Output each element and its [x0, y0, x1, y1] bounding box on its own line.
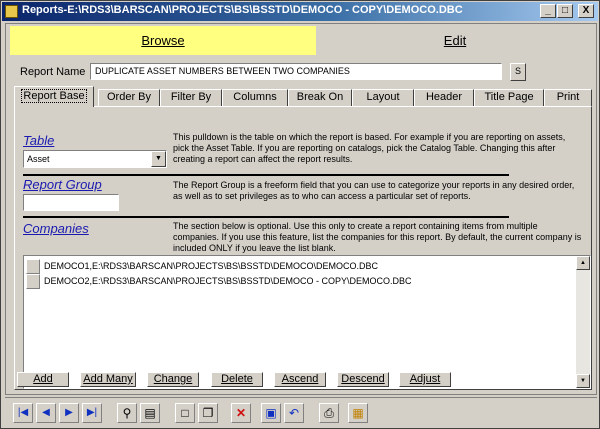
- chevron-down-icon[interactable]: ▼: [151, 151, 166, 167]
- list-item-text: DEMOCO1,E:\RDS3\BARSCAN\PROJECTS\BS\BSST…: [44, 261, 379, 271]
- add-many-button[interactable]: Add Many: [80, 372, 136, 387]
- divider: [173, 174, 509, 176]
- print-icon[interactable]: ⎙: [319, 403, 339, 423]
- list-item[interactable]: DEMOCO2,E:\RDS3\BARSCAN\PROJECTS\BS\BSST…: [26, 274, 574, 290]
- client-area: Browse Edit Report Name DUPLICATE ASSET …: [5, 23, 597, 395]
- list-item[interactable]: DEMOCO1,E:\RDS3\BARSCAN\PROJECTS\BS\BSST…: [26, 259, 574, 275]
- copy-document-icon[interactable]: ❐: [198, 403, 218, 423]
- tab-break-on[interactable]: Break On: [288, 89, 352, 106]
- report-group-field[interactable]: [23, 194, 119, 211]
- minimize-button[interactable]: _: [540, 4, 556, 18]
- table-select-value: Asset: [27, 154, 50, 164]
- first-record-icon[interactable]: |◀: [13, 403, 33, 423]
- new-document-icon[interactable]: □: [175, 403, 195, 423]
- row-selector[interactable]: [26, 274, 40, 289]
- undo-icon[interactable]: ↶: [284, 403, 304, 423]
- delete-x-icon[interactable]: ✕: [231, 403, 251, 423]
- window-title: Reports-E:\RDS3\BARSCAN\PROJECTS\BS\BSST…: [22, 4, 463, 16]
- app-icon: [5, 5, 18, 18]
- add-button[interactable]: Add: [17, 372, 69, 387]
- companies-list[interactable]: DEMOCO1,E:\RDS3\BARSCAN\PROJECTS\BS\BSST…: [23, 255, 591, 389]
- search-form-icon[interactable]: ▤: [140, 403, 160, 423]
- table-description: This pulldown is the table on which the …: [173, 132, 566, 164]
- save-disk-icon[interactable]: ▣: [261, 403, 281, 423]
- scroll-up-icon[interactable]: ▲: [576, 256, 590, 270]
- report-base-panel: Table Asset ▼ This pulldown is the table…: [14, 106, 592, 390]
- scroll-down-icon[interactable]: ▼: [576, 374, 590, 388]
- binoculars-icon[interactable]: ⚲: [117, 403, 137, 423]
- table-title[interactable]: Table: [23, 133, 54, 148]
- tab-header[interactable]: Header: [414, 89, 474, 106]
- change-button[interactable]: Change: [147, 372, 199, 387]
- tab-layout[interactable]: Layout: [352, 89, 414, 106]
- table-select[interactable]: Asset ▼: [23, 150, 167, 168]
- report-name-field[interactable]: DUPLICATE ASSET NUMBERS BETWEEN TWO COMP…: [90, 63, 502, 80]
- tab-label: Report Base: [21, 89, 87, 103]
- close-button[interactable]: X: [578, 4, 594, 18]
- divider: [23, 216, 173, 218]
- tab-order-by[interactable]: Order By: [98, 89, 160, 106]
- tab-edit[interactable]: Edit: [316, 26, 594, 55]
- report-group-title[interactable]: Report Group: [23, 177, 102, 192]
- subtab-strip: Report Base Order By Filter By Columns B…: [14, 86, 592, 107]
- previous-record-icon[interactable]: ◀: [36, 403, 56, 423]
- row-selector[interactable]: [26, 259, 40, 274]
- maximize-button[interactable]: □: [557, 4, 573, 18]
- adjust-button[interactable]: Adjust: [399, 372, 451, 387]
- tab-filter-by[interactable]: Filter By: [160, 89, 222, 106]
- tab-report-base[interactable]: Report Base: [14, 86, 94, 107]
- last-record-icon[interactable]: ▶|: [82, 403, 102, 423]
- s-button[interactable]: S: [510, 63, 526, 81]
- tab-browse[interactable]: Browse: [10, 26, 316, 55]
- reports-window: Reports-E:\RDS3\BARSCAN\PROJECTS\BS\BSST…: [0, 0, 600, 429]
- divider: [173, 216, 509, 218]
- tab-title-page[interactable]: Title Page: [474, 89, 544, 106]
- print-preview-icon[interactable]: ▦: [348, 403, 368, 423]
- list-item-text: DEMOCO2,E:\RDS3\BARSCAN\PROJECTS\BS\BSST…: [44, 276, 412, 286]
- next-record-icon[interactable]: ▶: [59, 403, 79, 423]
- title-bar: Reports-E:\RDS3\BARSCAN\PROJECTS\BS\BSST…: [2, 2, 598, 21]
- toolbar: |◀ ◀ ▶ ▶| ⚲ ▤ □ ❐ ✕ ▣ ↶ ⎙ ▦: [5, 397, 597, 426]
- report-name-label: Report Name: [20, 66, 86, 78]
- descend-button[interactable]: Descend: [337, 372, 389, 387]
- report-group-description: The Report Group is a freeform field tha…: [173, 180, 575, 201]
- divider: [23, 174, 173, 176]
- companies-title[interactable]: Companies: [23, 221, 89, 236]
- delete-button[interactable]: Delete: [211, 372, 263, 387]
- ascend-button[interactable]: Ascend: [274, 372, 326, 387]
- tab-print[interactable]: Print: [544, 89, 592, 106]
- tab-columns[interactable]: Columns: [222, 89, 288, 106]
- companies-description: The section below is optional. Use this …: [173, 221, 582, 253]
- vertical-scrollbar[interactable]: ▲ ▼: [576, 256, 590, 388]
